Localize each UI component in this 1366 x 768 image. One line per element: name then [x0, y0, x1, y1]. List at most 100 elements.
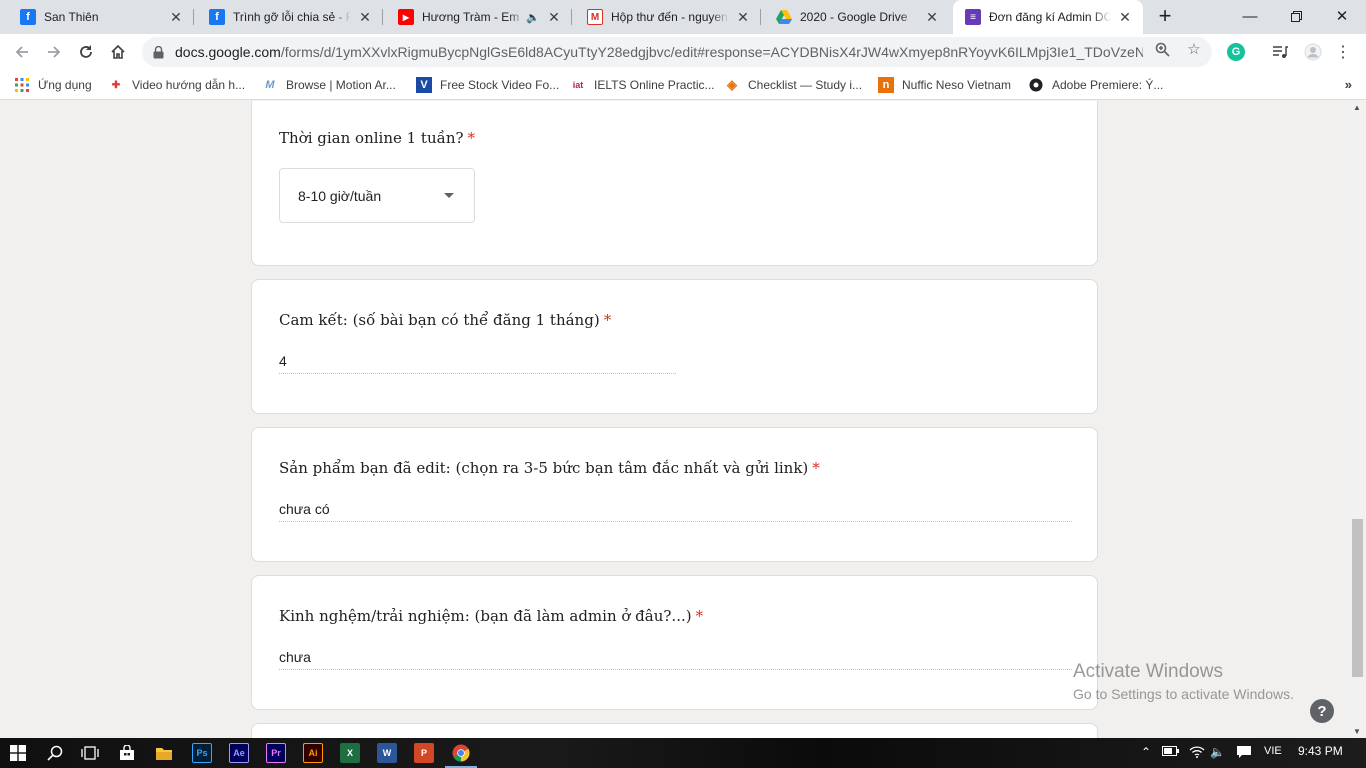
grammarly-icon[interactable]: G [1226, 42, 1246, 62]
question-card-next [251, 723, 1098, 738]
bookmark-checklist[interactable]: ◈ Checklist — Study i... [724, 76, 862, 94]
bookmark-label: IELTS Online Practic... [594, 78, 715, 92]
experience-answer-input[interactable]: chưa [279, 649, 1072, 670]
question-card-edited-products: Sản phẩm bạn đã edit: (chọn ra 3-5 bức b… [251, 427, 1098, 562]
home-button[interactable] [104, 38, 132, 66]
photoshop-icon[interactable]: Ps [192, 743, 212, 763]
help-button[interactable]: ? [1310, 699, 1334, 723]
watermark-subtitle: Go to Settings to activate Windows. [1073, 686, 1294, 702]
tab-title: 2020 - Google Drive [800, 10, 908, 24]
motion-array-icon: M [265, 79, 275, 91]
store-icon[interactable] [117, 743, 137, 763]
dropdown-selected-value: 8-10 giờ/tuần [298, 187, 382, 204]
task-view-icon[interactable] [80, 743, 100, 763]
close-window-button[interactable]: ✕ [1319, 0, 1365, 32]
bookmark-adobe-premiere[interactable]: Adobe Premiere: Ý... [1028, 76, 1163, 94]
adobe-premiere-bookmark-icon [1028, 77, 1044, 93]
input-language-indicator[interactable]: VIE [1264, 745, 1282, 757]
online-time-dropdown[interactable]: 8-10 giờ/tuần [279, 168, 475, 223]
bookmark-label: Nuffic Neso Vietnam [902, 78, 1011, 92]
taskbar-clock[interactable]: 9:43 PM [1298, 744, 1343, 758]
url-text[interactable]: docs.google.com/forms/d/1ymXXvlxRigmuByc… [175, 44, 1143, 60]
more-bookmarks-chevron-icon[interactable]: » [1345, 77, 1352, 92]
bookmark-free-stock-video[interactable]: V Free Stock Video Fo... [416, 76, 559, 94]
excel-icon[interactable]: X [340, 743, 360, 763]
video-bookmark-icon: ✚ [111, 79, 121, 91]
bookmark-motion-array[interactable]: M Browse | Motion Ar... [262, 76, 396, 94]
youtube-icon: ▶ [398, 9, 414, 25]
close-tab-icon[interactable]: ✕ [1117, 9, 1133, 25]
forward-button[interactable] [40, 38, 68, 66]
bookmark-label: Browse | Motion Ar... [286, 78, 396, 92]
edited-products-answer-input[interactable]: chưa có [279, 501, 1072, 522]
scroll-down-arrow-icon[interactable]: ▼ [1353, 727, 1361, 736]
premiere-pro-icon[interactable]: Pr [266, 743, 286, 763]
page-scrollbar[interactable]: ▲ ▼ [1349, 101, 1366, 738]
apps-grid-icon [14, 77, 30, 93]
tab-title: Trình gỡ lỗi chia sẻ - Facebook [233, 10, 351, 24]
videvo-icon: V [416, 77, 432, 93]
file-explorer-icon[interactable] [154, 743, 174, 763]
bookmark-apps[interactable]: Ứng dụng [14, 76, 92, 94]
windows-taskbar: Ps Ae Pr Ai X W P ⌃ 🔈 VIE 9:43 PM [0, 738, 1366, 768]
activate-windows-watermark: Activate Windows Go to Settings to activ… [1073, 661, 1294, 702]
after-effects-icon[interactable]: Ae [229, 743, 249, 763]
search-icon[interactable] [45, 743, 65, 763]
tab-san-thien[interactable]: f San Thiên ✕ [8, 0, 194, 34]
close-tab-icon[interactable]: ✕ [168, 9, 184, 25]
close-tab-icon[interactable]: ✕ [546, 9, 562, 25]
address-bar[interactable]: docs.google.com/forms/d/1ymXXvlxRigmuByc… [142, 37, 1212, 67]
close-tab-icon[interactable]: ✕ [924, 9, 940, 25]
minimize-window-button[interactable]: — [1227, 0, 1273, 32]
powerpoint-icon[interactable]: P [414, 743, 434, 763]
reload-button[interactable] [72, 38, 100, 66]
chrome-icon[interactable] [451, 743, 471, 763]
tab-facebook-debugger[interactable]: f Trình gỡ lỗi chia sẻ - Facebook ✕ [197, 0, 383, 34]
menu-kebab-icon[interactable]: ⋮ [1333, 42, 1353, 62]
tab-gmail[interactable]: M Hộp thư đến - nguyenn ✕ [575, 0, 761, 34]
scrollbar-thumb[interactable] [1352, 519, 1363, 677]
commitment-answer-input[interactable]: 4 [279, 353, 676, 374]
illustrator-icon[interactable]: Ai [303, 743, 323, 763]
close-tab-icon[interactable]: ✕ [735, 9, 751, 25]
bookmark-video-huong-dan[interactable]: ✚ Video hướng dẫn h... [108, 76, 245, 94]
question-card-commitment: Cam kết: (số bài bạn có thể đăng 1 tháng… [251, 279, 1098, 414]
wifi-icon[interactable] [1189, 745, 1205, 761]
question-title: Kinh nghệm/trải nghiệm: (bạn đã làm admi… [279, 607, 704, 625]
windows-start-icon[interactable] [8, 743, 28, 763]
required-asterisk: * [695, 607, 704, 625]
facebook-icon: f [209, 9, 225, 25]
close-tab-icon[interactable]: ✕ [357, 9, 373, 25]
volume-icon[interactable]: 🔈 [1210, 745, 1225, 759]
bookmark-label: Checklist — Study i... [748, 78, 863, 92]
google-forms-icon: ≡ [965, 9, 981, 25]
word-icon[interactable]: W [377, 743, 397, 763]
home-icon [111, 44, 125, 59]
restore-window-button[interactable] [1273, 0, 1319, 32]
media-control-icon[interactable] [1270, 42, 1290, 62]
back-button[interactable] [8, 38, 36, 66]
bookmark-nuffic[interactable]: n Nuffic Neso Vietnam [878, 76, 1011, 94]
tab-youtube[interactable]: ▶ Hương Tràm - Em Gái Mưa 🔈 ✕ [386, 0, 572, 34]
bookmark-ielts[interactable]: iat IELTS Online Practic... [570, 76, 715, 94]
lock-icon[interactable] [153, 45, 167, 59]
zoom-icon[interactable] [1154, 41, 1170, 57]
show-hidden-icons-chevron-icon[interactable]: ⌃ [1141, 745, 1151, 759]
question-title: Thời gian online 1 tuần? * [279, 129, 476, 147]
restore-icon [1290, 10, 1302, 22]
profile-avatar-icon[interactable] [1303, 42, 1323, 62]
question-title: Cam kết: (số bài bạn có thể đăng 1 tháng… [279, 311, 612, 329]
scroll-up-arrow-icon[interactable]: ▲ [1353, 103, 1361, 112]
battery-icon[interactable] [1162, 745, 1180, 760]
bookmark-star-icon[interactable]: ☆ [1186, 41, 1202, 58]
bookmark-label: Free Stock Video Fo... [440, 78, 560, 92]
tab-google-form-active[interactable]: ≡ Đơn đăng kí Admin DC ✕ [953, 0, 1143, 34]
checklist-icon: ◈ [727, 77, 737, 92]
speaker-audio-icon[interactable]: 🔈 [526, 11, 540, 24]
browser-tab-strip: f San Thiên ✕ f Trình gỡ lỗi chia sẻ - F… [0, 0, 1366, 34]
notifications-chat-icon[interactable] [1236, 745, 1252, 762]
facebook-icon: f [20, 9, 36, 25]
new-tab-button[interactable]: + [1153, 5, 1177, 29]
gmail-icon: M [587, 9, 603, 25]
tab-google-drive[interactable]: 2020 - Google Drive ✕ [764, 0, 950, 34]
